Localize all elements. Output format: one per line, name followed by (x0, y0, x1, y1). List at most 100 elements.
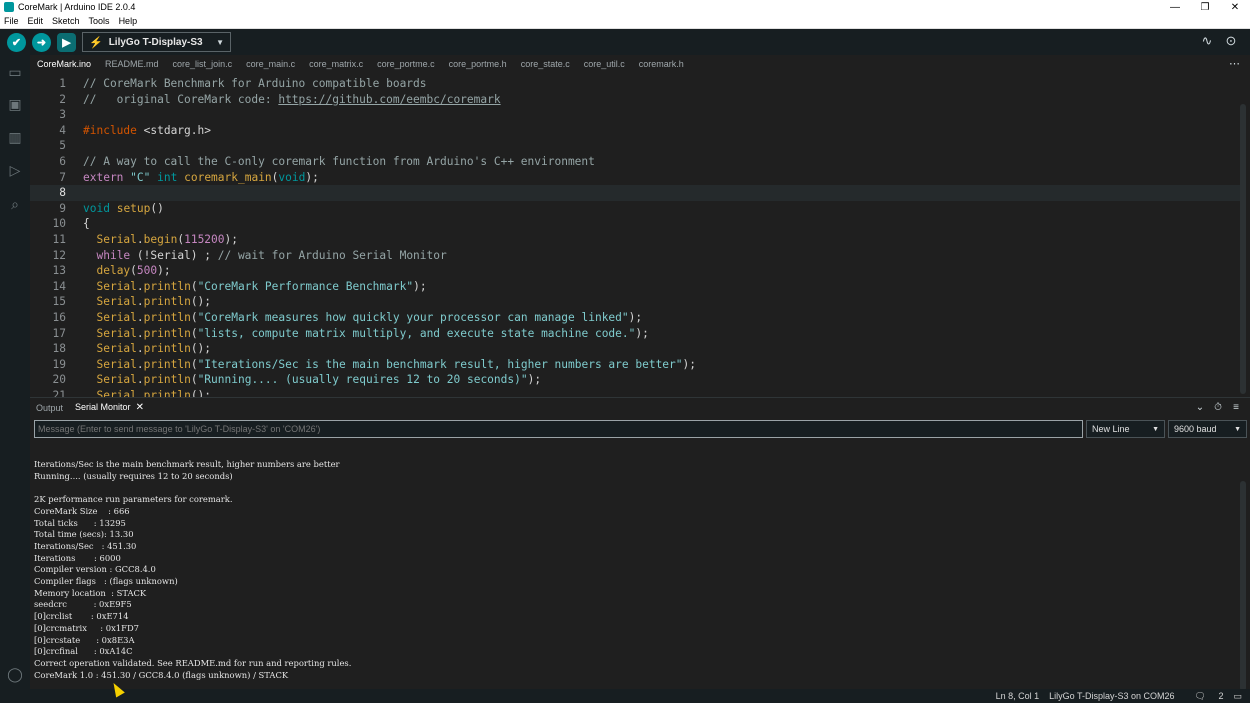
tab-core-state-c[interactable]: core_state.c (514, 55, 577, 73)
code-text: void setup() (83, 201, 164, 217)
line-number: 7 (59, 170, 66, 184)
code-line[interactable]: 14 Serial.println("CoreMark Performance … (30, 279, 1240, 295)
library-manager-icon[interactable]: ▥ (6, 128, 24, 146)
menu-tools[interactable]: Tools (89, 16, 110, 26)
search-icon[interactable]: ⌕ (6, 195, 24, 213)
activity-bar: ▭ ▣ ▥ ▷ ⌕ ◯ (0, 55, 30, 689)
line-number: 2 (59, 92, 66, 106)
debug-button[interactable]: ▶ (57, 32, 76, 52)
code-line[interactable]: 21 Serial.println(); (30, 388, 1240, 397)
code-line[interactable]: 10 { (30, 216, 1240, 232)
code-token: ( (130, 264, 137, 278)
serial-scrollbar[interactable] (1240, 481, 1246, 689)
code-line[interactable]: 16 Serial.println("CoreMark measures how… (30, 310, 1240, 326)
clear-output-icon[interactable]: ≡ (1228, 402, 1244, 413)
code-token: (); (190, 295, 212, 309)
tab-coremark-h[interactable]: coremark.h (632, 55, 691, 73)
tab-output[interactable]: Output (30, 403, 69, 413)
code-line[interactable]: 15 Serial.println(); (30, 294, 1240, 310)
debug-play-icon: ▶ (62, 36, 71, 49)
code-token: ); (628, 311, 643, 324)
tab-core-main-c[interactable]: core_main.c (239, 55, 302, 73)
minimize-button[interactable]: — (1160, 2, 1190, 13)
usb-icon: ⚡ (89, 36, 103, 49)
line-number: 12 (52, 248, 66, 262)
code-line[interactable]: 1 // CoreMark Benchmark for Arduino compa… (30, 76, 1240, 92)
code-token: . (136, 279, 144, 293)
line-number: 21 (52, 389, 66, 397)
code-line[interactable]: 3 (30, 107, 1240, 123)
line-number: 15 (52, 295, 66, 309)
code-line[interactable]: 11 Serial.begin(115200); (30, 232, 1240, 248)
account-icon[interactable]: ◯ (6, 665, 24, 683)
cursor-position[interactable]: Ln 8, Col 1 (996, 691, 1040, 701)
code-editor[interactable]: 1 // CoreMark Benchmark for Arduino compa… (30, 73, 1250, 397)
serial-message-input[interactable] (34, 420, 1083, 438)
serial-monitor-icon[interactable]: ⊙ (1222, 33, 1240, 49)
code-token: { (83, 217, 90, 231)
code-line[interactable]: 7 extern "C" int coremark_main(void); (30, 170, 1240, 186)
line-number: 17 (52, 326, 66, 340)
code-line[interactable]: 6 // A way to call the C-only coremark fu… (30, 154, 1240, 170)
code-line[interactable]: 18 Serial.println(); (30, 341, 1240, 357)
close-icon[interactable]: ✕ (136, 402, 144, 413)
code-text: Serial.println("Iterations/Sec is the ma… (83, 357, 696, 373)
line-ending-select[interactable]: New Line ▼ (1086, 420, 1165, 438)
close-window-button[interactable]: ✕ (1220, 2, 1250, 13)
tab-core-portme-h[interactable]: core_portme.h (442, 55, 514, 73)
code-line[interactable]: 20 Serial.println("Running.... (usually … (30, 372, 1240, 388)
boards-manager-icon[interactable]: ▣ (6, 95, 24, 113)
baud-rate-value: 9600 baud (1174, 424, 1217, 434)
debug-icon[interactable]: ▷ (6, 161, 24, 179)
code-line[interactable]: 8 (30, 185, 1240, 201)
timestamp-toggle-icon[interactable]: ⏱ (1210, 402, 1226, 413)
code-line[interactable]: 19 Serial.println("Iterations/Sec is the… (30, 357, 1240, 373)
menu-edit[interactable]: Edit (28, 16, 44, 26)
serial-plotter-icon[interactable]: ∿ (1198, 33, 1216, 49)
menu-sketch[interactable]: Sketch (52, 16, 80, 26)
notifications-badge[interactable]: 🗨 2 (1185, 691, 1224, 702)
tab-coremark-ino[interactable]: CoreMark.ino (30, 55, 98, 73)
code-line[interactable]: 2 // original CoreMark code: https://gith… (30, 92, 1240, 108)
code-line[interactable]: 13 delay(500); (30, 263, 1240, 279)
editor-scrollbar[interactable] (1240, 104, 1246, 394)
more-tabs-icon[interactable]: ⋯ (1229, 57, 1240, 70)
code-text: Serial.println("CoreMark Performance Ben… (83, 279, 426, 295)
tab-core-matrix-c[interactable]: core_matrix.c (302, 55, 370, 73)
tab-serial-monitor[interactable]: Serial Monitor ✕ (69, 402, 150, 413)
code-line[interactable]: 5 (30, 138, 1240, 154)
code-line[interactable]: 9 void setup() (30, 201, 1240, 217)
collapse-panel-icon[interactable]: ⌄ (1192, 402, 1208, 413)
menu-help[interactable]: Help (119, 16, 138, 26)
serial-output: Iterations/Sec is the main benchmark res… (30, 443, 1250, 689)
board-port-status[interactable]: LilyGo T-Display-S3 on COM26 (1049, 691, 1174, 701)
toggle-panel-icon[interactable]: ▭ (1233, 691, 1242, 702)
line-number: 5 (59, 139, 66, 153)
upload-button[interactable]: ➜ (32, 32, 51, 52)
chevron-down-icon: ▼ (1234, 425, 1241, 433)
code-token: ); (682, 357, 696, 371)
folder-icon[interactable]: ▭ (6, 63, 24, 81)
code-link[interactable]: https://github.com/eembc/coremark (278, 93, 500, 106)
serial-output-line: Iterations : 6000 (34, 552, 121, 563)
line-number: 20 (52, 373, 66, 387)
tab-readme-md[interactable]: README.md (98, 55, 166, 73)
serial-output-line: CoreMark 1.0 : 451.30 / GCC8.4.0 (flags … (34, 669, 289, 680)
maximize-button[interactable]: ❐ (1190, 2, 1220, 13)
board-selector[interactable]: ⚡ LilyGo T-Display-S3 ▼ (82, 32, 231, 52)
code-line[interactable]: 12 while (!Serial) ; // wait for Arduino… (30, 248, 1240, 264)
code-token: ); (305, 170, 319, 184)
verify-button[interactable]: ✔ (7, 32, 26, 52)
code-line[interactable]: 17 Serial.println("lists, compute matrix… (30, 326, 1240, 342)
tab-core-util-c[interactable]: core_util.c (577, 55, 632, 73)
tab-core-list-join-c[interactable]: core_list_join.c (166, 55, 240, 73)
tab-core-portme-c[interactable]: core_portme.c (370, 55, 442, 73)
code-text: while (!Serial) ; // wait for Arduino Se… (83, 248, 446, 264)
code-line[interactable]: 4 #include <stdarg.h> (30, 123, 1240, 139)
baud-rate-select[interactable]: 9600 baud ▼ (1168, 420, 1247, 438)
editor-tabs: CoreMark.ino README.md core_list_join.c … (30, 55, 1250, 73)
serial-output-line: [0]crcstate : 0x8E3A (34, 634, 135, 645)
menu-file[interactable]: File (4, 16, 19, 26)
toolbar: ✔ ➜ ▶ ⚡ LilyGo T-Display-S3 ▼ ∿ ⊙ (0, 29, 1250, 55)
